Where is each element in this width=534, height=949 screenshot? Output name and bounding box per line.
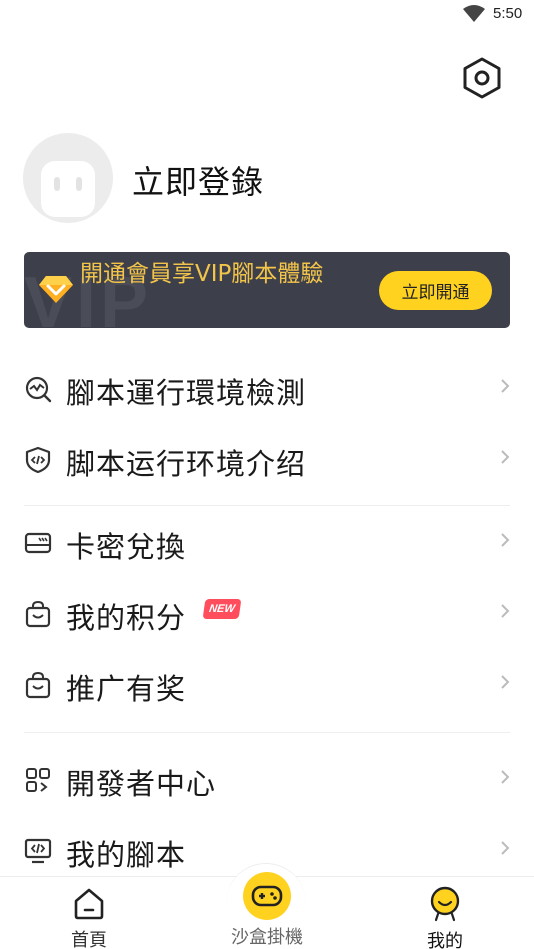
chevron-right-icon	[500, 377, 510, 399]
tab-sandbox[interactable]: 沙盒掛機	[207, 872, 327, 949]
diamond-icon	[38, 274, 74, 308]
tab-label: 沙盒掛機	[231, 927, 303, 948]
chevron-right-icon	[500, 448, 510, 470]
monitor-code-icon	[24, 837, 52, 865]
avatar[interactable]	[23, 133, 113, 223]
menu-item-my-points[interactable]: 我的积分 NEW	[0, 582, 534, 646]
wifi-icon	[463, 5, 485, 27]
status-bar: 5:50	[0, 0, 534, 30]
menu-label: 開發者中心	[66, 767, 217, 801]
home-icon	[29, 887, 149, 921]
menu-item-card-redeem[interactable]: 卡密兌換	[0, 511, 534, 575]
menu-item-env-check[interactable]: 腳本運行環境檢測	[0, 357, 534, 421]
settings-hexagon-icon	[463, 57, 501, 99]
chevron-right-icon	[500, 768, 510, 790]
menu-item-referral-reward[interactable]: 推广有奖	[0, 653, 534, 717]
chevron-right-icon	[500, 839, 510, 861]
divider	[24, 505, 510, 506]
menu-label: 腳本運行環境檢測	[66, 376, 307, 410]
status-time: 5:50	[493, 5, 523, 22]
vip-promo-text: 開通會員享VIP腳本體驗	[80, 261, 324, 287]
tab-home[interactable]: 首頁	[29, 877, 149, 949]
bottom-nav: 首頁 沙盒掛機 我的	[0, 863, 534, 949]
menu-label: 推广有奖	[66, 672, 187, 706]
env-check-icon	[24, 375, 52, 403]
shield-code-icon	[24, 446, 52, 474]
menu-label: 脚本运行环境介绍	[66, 447, 307, 481]
menu-item-env-intro[interactable]: 脚本运行环境介绍	[0, 428, 534, 492]
settings-button[interactable]	[460, 56, 504, 100]
card-icon	[24, 529, 52, 557]
menu-label: 我的积分	[66, 601, 187, 635]
new-badge: NEW	[202, 599, 242, 619]
menu-item-developer-center[interactable]: 開發者中心	[0, 748, 534, 812]
vip-activate-button[interactable]: 立即開通	[379, 271, 492, 310]
tab-label: 首頁	[71, 930, 107, 949]
chevron-right-icon	[500, 531, 510, 553]
bag-icon	[24, 671, 52, 699]
chevron-right-icon	[500, 602, 510, 624]
tab-label: 我的	[427, 931, 463, 949]
menu-label: 卡密兌換	[66, 530, 187, 564]
gamepad-icon	[207, 871, 327, 921]
vip-banner[interactable]: VIP 開通會員享VIP腳本體驗 立即開通	[24, 252, 510, 328]
divider	[24, 732, 510, 733]
tab-mine[interactable]: 我的	[385, 877, 505, 949]
grid-icon	[24, 766, 52, 794]
menu-label: 我的腳本	[66, 838, 187, 872]
bag-icon	[24, 600, 52, 628]
chevron-right-icon	[500, 673, 510, 695]
smiley-icon	[385, 886, 505, 922]
default-avatar-icon	[41, 161, 95, 217]
login-link[interactable]: 立即登錄	[132, 157, 264, 203]
